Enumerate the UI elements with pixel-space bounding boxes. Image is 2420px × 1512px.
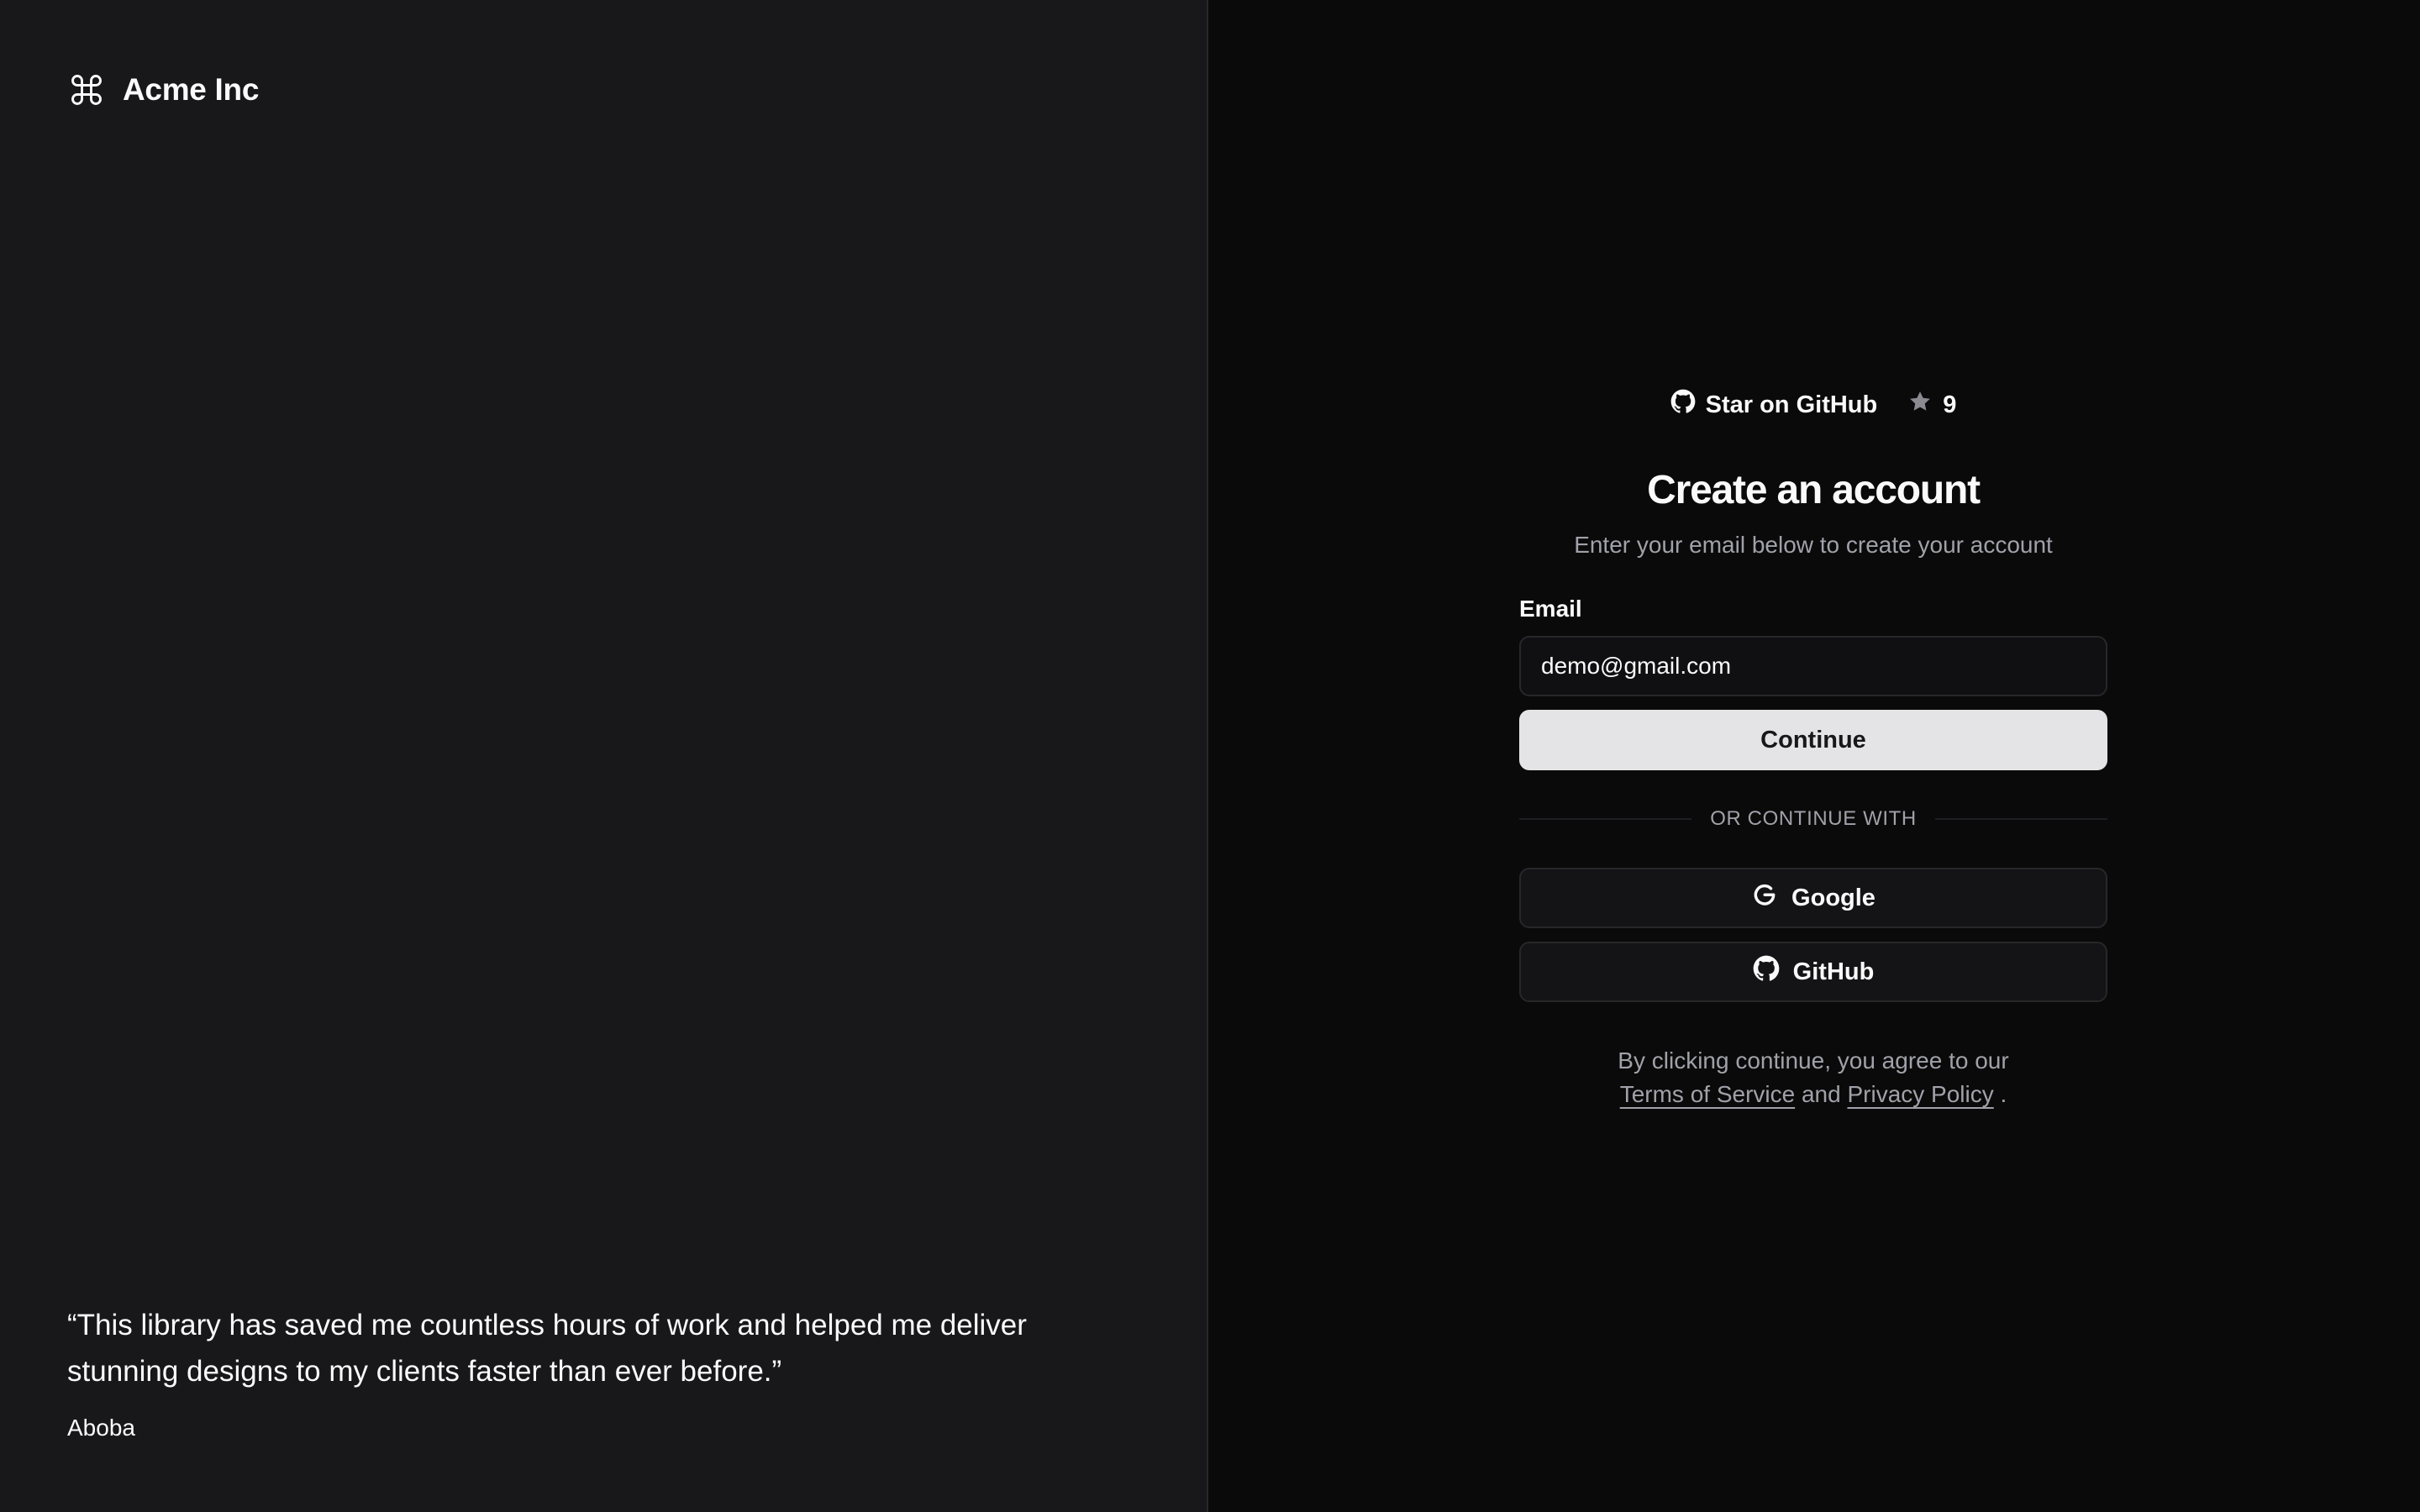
github-button-label: GitHub [1792, 958, 1875, 985]
github-icon [1753, 955, 1780, 989]
github-star-label: Star on GitHub [1705, 391, 1878, 418]
testimonial-quote: “This library has saved me countless hou… [67, 1309, 1027, 1388]
page: Acme Inc “This library has saved me coun… [0, 0, 2420, 1512]
page-title: Create an account [1647, 468, 1981, 512]
signup-form: Star on GitHub 9 Create an account Enter… [1519, 376, 2107, 1111]
email-field[interactable] [1519, 636, 2107, 696]
auth-panel: Star on GitHub 9 Create an account Enter… [1208, 0, 2420, 1512]
email-label: Email [1519, 596, 1582, 622]
github-button[interactable]: GitHub [1519, 942, 2107, 1002]
divider-line-left [1519, 818, 1692, 820]
terms-of-service-link[interactable]: Terms of Service [1620, 1081, 1796, 1107]
github-icon [1670, 389, 1696, 421]
continue-button[interactable]: Continue [1519, 710, 2107, 770]
page-subtitle: Enter your email below to create your ac… [1574, 532, 2053, 558]
command-icon [67, 71, 106, 109]
terms-notice: By clicking continue, you agree to our T… [1519, 1044, 2107, 1111]
github-star-link[interactable]: Star on GitHub 9 [1659, 376, 1969, 433]
brand-name: Acme Inc [123, 72, 260, 107]
google-icon [1751, 881, 1778, 915]
github-star-count: 9 [1943, 391, 1957, 418]
terms-prefix: By clicking continue, you agree to our [1618, 1047, 2009, 1074]
divider-text: OR CONTINUE WITH [1710, 807, 1917, 830]
divider: OR CONTINUE WITH [1519, 807, 2107, 831]
star-icon [1907, 389, 1933, 421]
google-button-label: Google [1791, 884, 1876, 911]
privacy-policy-link[interactable]: Privacy Policy [1847, 1081, 1993, 1107]
testimonial: “This library has saved me countless hou… [67, 1302, 1109, 1441]
email-field-group: Email [1519, 596, 2107, 696]
google-button[interactable]: Google [1519, 868, 2107, 928]
brand-panel: Acme Inc “This library has saved me coun… [0, 0, 1208, 1512]
testimonial-author: Aboba [67, 1415, 135, 1441]
terms-and: and [1801, 1081, 1841, 1107]
divider-line-right [1934, 818, 2107, 820]
terms-suffix: . [2000, 1081, 2007, 1107]
brand[interactable]: Acme Inc [67, 71, 259, 109]
